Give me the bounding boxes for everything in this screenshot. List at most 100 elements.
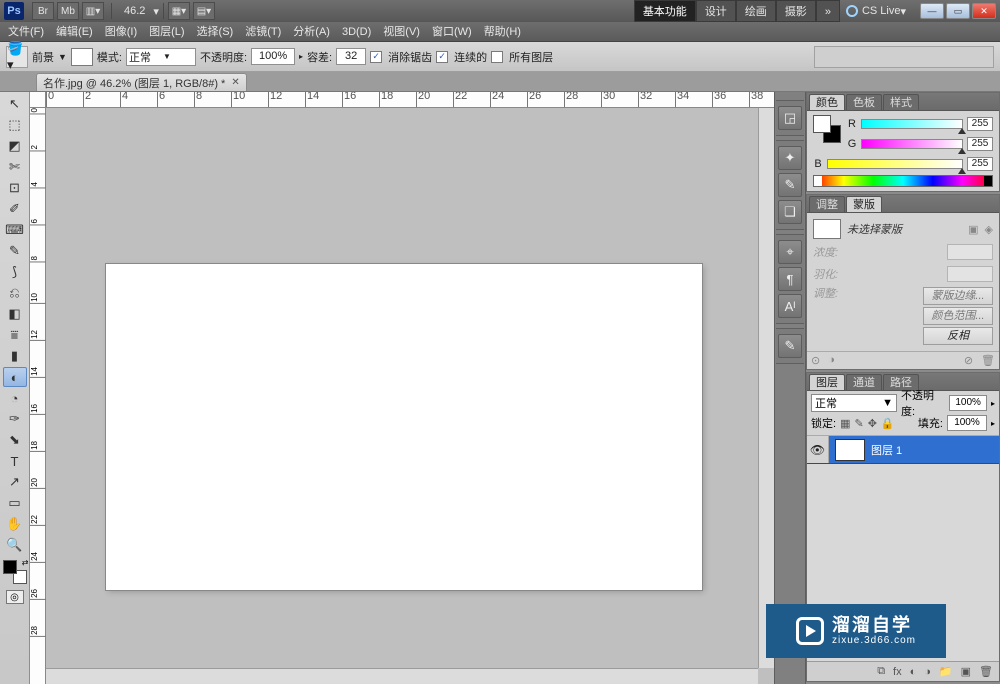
path-tool[interactable]: ⬊ bbox=[3, 430, 27, 450]
delete-layer-icon[interactable]: 🗑 bbox=[979, 665, 993, 678]
menu-edit[interactable]: 编辑(E) bbox=[50, 22, 99, 42]
mask-enable-icon[interactable]: ⊘ bbox=[964, 354, 973, 367]
b-slider[interactable] bbox=[827, 159, 963, 169]
color-swatches[interactable]: ⇄ bbox=[3, 560, 27, 584]
tab-masks[interactable]: 蒙版 bbox=[846, 196, 882, 212]
close-tab-icon[interactable]: ✕ bbox=[231, 77, 239, 88]
all-layers-checkbox[interactable] bbox=[491, 51, 503, 63]
dock-actions-icon[interactable]: ✎ bbox=[778, 173, 802, 197]
ruler-horizontal[interactable]: 02468101214161820222426283032343638 bbox=[46, 92, 774, 108]
screen-mode-icon[interactable]: ▥▾ bbox=[82, 2, 104, 20]
adjustment-layer-icon[interactable]: ◑ bbox=[924, 666, 931, 678]
menu-3d[interactable]: 3D(D) bbox=[336, 22, 377, 42]
crop-tool[interactable]: ⊡ bbox=[3, 178, 27, 198]
minimize-button[interactable]: — bbox=[920, 3, 944, 19]
brush-tool[interactable]: ✎ bbox=[3, 241, 27, 261]
fill-input[interactable]: 100% bbox=[947, 415, 987, 431]
scrollbar-vertical[interactable] bbox=[758, 108, 774, 668]
mask-load-icon[interactable]: ⊙ bbox=[811, 354, 820, 367]
pattern-swatch[interactable] bbox=[71, 48, 93, 66]
menu-view[interactable]: 视图(V) bbox=[377, 22, 426, 42]
eraser-tool[interactable]: ◧ bbox=[3, 304, 27, 324]
menu-image[interactable]: 图像(I) bbox=[99, 22, 143, 42]
mask-thumbnail[interactable] bbox=[813, 219, 841, 239]
extras-icon[interactable]: ▤▾ bbox=[193, 2, 215, 20]
workspace-tab-photo[interactable]: 摄影 bbox=[776, 0, 816, 22]
r-value[interactable]: 255 bbox=[967, 117, 993, 131]
foreground-color[interactable] bbox=[3, 560, 17, 574]
mask-edge-button[interactable]: 蒙版边缘... bbox=[923, 287, 993, 305]
workspace-tab-design[interactable]: 设计 bbox=[696, 0, 736, 22]
marquee-tool[interactable]: ⬚ bbox=[3, 115, 27, 135]
blend-mode-select-layers[interactable]: 正常▼ bbox=[811, 394, 897, 412]
lock-transparent-icon[interactable]: ▦ bbox=[840, 417, 850, 430]
b-value[interactable]: 255 bbox=[967, 157, 993, 171]
layer-opacity-input[interactable]: 100% bbox=[949, 395, 987, 411]
quick-mask-toggle[interactable]: ◎ bbox=[6, 590, 24, 604]
lock-position-icon[interactable]: ✥ bbox=[868, 417, 877, 430]
visibility-toggle[interactable]: 👁 bbox=[807, 436, 829, 463]
lock-pixels-icon[interactable]: ✎ bbox=[854, 417, 863, 430]
canvas[interactable] bbox=[106, 264, 702, 590]
lasso-tool[interactable]: ◩ bbox=[3, 136, 27, 156]
workspace-more[interactable]: » bbox=[816, 0, 840, 22]
close-button[interactable]: ✕ bbox=[972, 3, 996, 19]
eyedropper-tool[interactable]: ✐ bbox=[3, 199, 27, 219]
layer-fx-icon[interactable]: fx bbox=[893, 666, 902, 678]
dock-info-icon[interactable]: ❏ bbox=[778, 200, 802, 224]
layer-thumbnail[interactable] bbox=[835, 439, 865, 461]
ruler-vertical[interactable]: 0246810121416182022242628 bbox=[30, 108, 46, 684]
vector-mask-icon[interactable]: ◈ bbox=[985, 223, 993, 236]
tab-swatches[interactable]: 色板 bbox=[846, 94, 882, 110]
tab-styles[interactable]: 样式 bbox=[883, 94, 919, 110]
swap-colors-icon[interactable]: ⇄ bbox=[22, 558, 29, 567]
g-value[interactable]: 255 bbox=[967, 137, 993, 151]
dock-character-icon[interactable]: ⌖ bbox=[778, 240, 802, 264]
tolerance-input[interactable]: 32 bbox=[336, 48, 366, 65]
contiguous-checkbox[interactable]: ✓ bbox=[436, 51, 448, 63]
gradient-tool[interactable]: ⩸ bbox=[3, 325, 27, 345]
dock-brush-icon[interactable]: ✎ bbox=[778, 334, 802, 358]
antialias-checkbox[interactable]: ✓ bbox=[370, 51, 382, 63]
new-layer-icon[interactable]: ▣ bbox=[961, 665, 971, 678]
pixel-mask-icon[interactable]: ▣ bbox=[968, 223, 978, 236]
tab-layers[interactable]: 图层 bbox=[809, 374, 845, 390]
healing-tool[interactable]: ⌨ bbox=[3, 220, 27, 240]
group-icon[interactable]: 📁 bbox=[939, 665, 953, 678]
arrange-icon[interactable]: ▦▾ bbox=[168, 2, 190, 20]
cslive-button[interactable]: CS Live▾ bbox=[846, 5, 906, 18]
menu-layer[interactable]: 图层(L) bbox=[143, 22, 190, 42]
quick-select-tool[interactable]: ✄ bbox=[3, 157, 27, 177]
menu-select[interactable]: 选择(S) bbox=[191, 22, 240, 42]
tab-adjustments[interactable]: 调整 bbox=[809, 196, 845, 212]
color-range-button[interactable]: 颜色范围... bbox=[923, 307, 993, 325]
blend-mode-select[interactable]: 正常▼ bbox=[126, 48, 196, 66]
layer-mask-icon[interactable]: ◐ bbox=[910, 666, 917, 678]
minibridge-icon[interactable]: Mb bbox=[57, 2, 79, 20]
dock-history-icon[interactable]: ✦ bbox=[778, 146, 802, 170]
bucket-tool[interactable]: ◐ bbox=[3, 367, 27, 387]
opacity-input[interactable]: 100% bbox=[251, 48, 295, 65]
invert-button[interactable]: 反相 bbox=[923, 327, 993, 345]
zoom-tool[interactable]: 🔍 bbox=[3, 535, 27, 555]
move-tool[interactable]: ↖ bbox=[3, 94, 27, 114]
menu-analysis[interactable]: 分析(A) bbox=[287, 22, 336, 42]
mask-delete-icon[interactable]: 🗑 bbox=[981, 354, 995, 367]
layer-name[interactable]: 图层 1 bbox=[871, 442, 902, 458]
dock-navigator-icon[interactable]: ◲ bbox=[778, 106, 802, 130]
zoom-level[interactable]: 46.2 bbox=[116, 5, 153, 17]
tab-color[interactable]: 颜色 bbox=[809, 94, 845, 110]
menu-window[interactable]: 窗口(W) bbox=[426, 22, 478, 42]
panel-color-swatch[interactable] bbox=[813, 115, 841, 143]
workspace-tab-essentials[interactable]: 基本功能 bbox=[634, 0, 696, 22]
menu-help[interactable]: 帮助(H) bbox=[478, 22, 527, 42]
hand-tool[interactable]: ✋ bbox=[3, 514, 27, 534]
workspace-tab-painting[interactable]: 绘画 bbox=[736, 0, 776, 22]
ruler-origin[interactable] bbox=[30, 92, 46, 108]
direct-select-tool[interactable]: ↗ bbox=[3, 472, 27, 492]
document-tab[interactable]: 名作.jpg @ 46.2% (图层 1, RGB/8#) * ✕ bbox=[36, 73, 247, 91]
bridge-icon[interactable]: Br bbox=[32, 2, 54, 20]
tab-channels[interactable]: 通道 bbox=[846, 374, 882, 390]
dock-paragraph-icon[interactable]: ¶ bbox=[778, 267, 802, 291]
link-layers-icon[interactable]: ⧉ bbox=[877, 665, 885, 678]
